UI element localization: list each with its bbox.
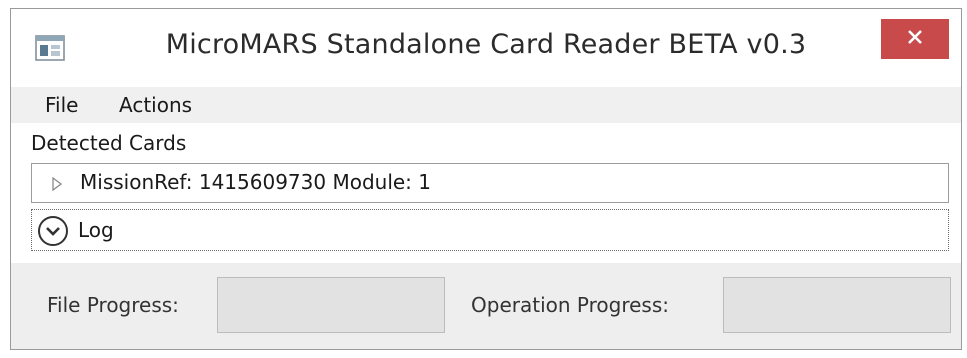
progress-panel: File Progress: Operation Progress: xyxy=(11,263,961,349)
detected-cards-label: Detected Cards xyxy=(31,131,187,155)
chevron-down-icon[interactable] xyxy=(36,214,70,248)
menu-actions[interactable]: Actions xyxy=(115,93,196,117)
main-window: MicroMARS Standalone Card Reader BETA v0… xyxy=(10,8,962,350)
operation-progress-label: Operation Progress: xyxy=(471,293,669,317)
title-bar[interactable]: MicroMARS Standalone Card Reader BETA v0… xyxy=(11,9,961,87)
log-label: Log xyxy=(78,218,114,242)
log-expander[interactable]: Log xyxy=(31,209,949,251)
close-icon xyxy=(907,29,923,49)
close-button[interactable] xyxy=(881,19,949,59)
file-progress-label: File Progress: xyxy=(47,293,179,317)
content-area: Detected Cards MissionRef: 1415609730 Mo… xyxy=(11,123,961,349)
menu-bar: File Actions xyxy=(11,87,961,123)
detected-card-text: MissionRef: 1415609730 Module: 1 xyxy=(80,170,431,194)
window-title: MicroMARS Standalone Card Reader BETA v0… xyxy=(165,29,807,60)
menu-file[interactable]: File xyxy=(41,93,82,117)
operation-progress-bar xyxy=(723,277,951,333)
detected-card-item[interactable]: MissionRef: 1415609730 Module: 1 xyxy=(31,163,949,203)
file-progress-bar xyxy=(217,277,445,333)
expand-arrow-icon[interactable] xyxy=(52,176,63,195)
